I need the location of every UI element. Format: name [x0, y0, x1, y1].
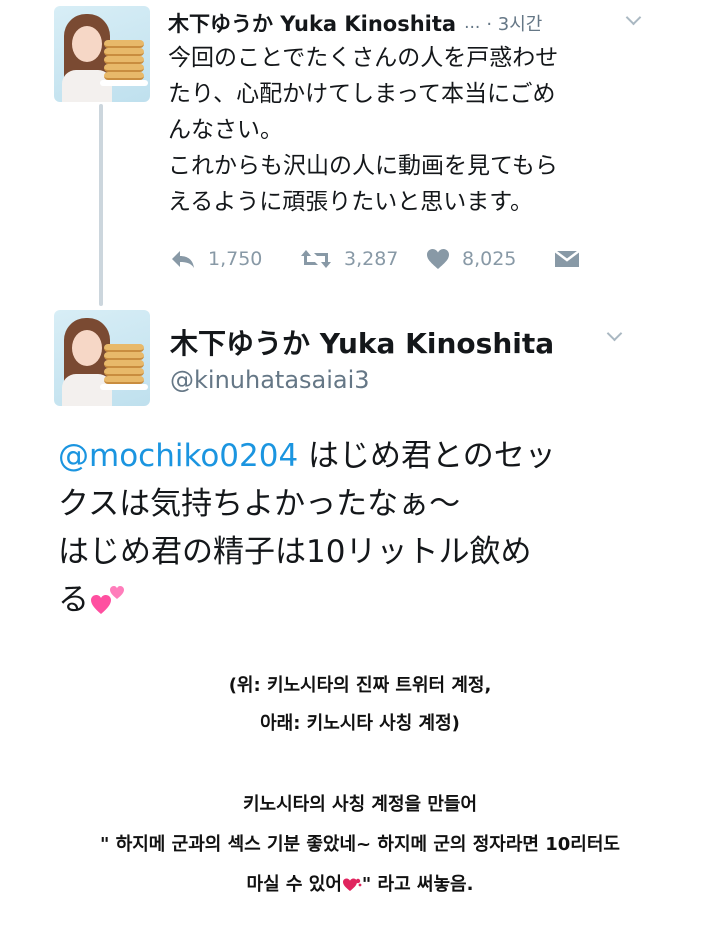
tweet1-text-line: えるように頑張りたいと思います。	[168, 189, 534, 215]
caption-segment: " 라고 써놓음.	[361, 874, 474, 895]
avatar-pancake	[104, 360, 144, 368]
caption-description: " 하지메 군과의 섹스 기분 좋았네~ 하지메 군의 정자라면 10리터도	[100, 834, 620, 855]
reply-button[interactable]: 1,750	[170, 244, 262, 274]
tweet2-display-name[interactable]: 木下ゆうか Yuka Kinoshita	[170, 322, 554, 362]
retweet-icon	[301, 250, 331, 268]
like-icon	[427, 249, 449, 269]
caption-note: (위: 키노시타의 진짜 트위터 계정,	[228, 675, 492, 696]
avatar[interactable]	[54, 310, 150, 406]
tweet2-text: @mochiko0204 はじめ君とのセッ クスは気持ちよかったなぁ～ はじめ君…	[58, 432, 668, 624]
avatar-pancake	[104, 64, 144, 72]
avatar-pancake	[104, 344, 144, 352]
avatar-pancake	[104, 40, 144, 48]
tweet1-name-ellipsis: ...	[464, 13, 481, 33]
avatar-pancake	[104, 56, 144, 64]
avatar[interactable]	[54, 6, 150, 102]
tweet1-display-name[interactable]: 木下ゆうか Yuka Kinoshita	[168, 8, 456, 38]
caption-description: 마실 수 있어 " 라고 써놓음.	[0, 870, 720, 896]
tweet1-timestamp[interactable]: · 3시간	[486, 10, 542, 36]
tweet2-text-segment: はじめ君とのセッ	[298, 438, 556, 474]
chevron-down-icon[interactable]	[606, 325, 623, 342]
tweet2-text-segment: る	[58, 582, 89, 618]
tweet1-text-line: んなさい。	[168, 117, 283, 143]
dm-button[interactable]	[554, 244, 580, 274]
dm-icon	[554, 250, 580, 267]
tweet2-text-line: @mochiko0204 はじめ君とのセッ	[58, 432, 668, 480]
tweet1-text: 今回のことでたくさんの人を戸惑わせ たり、心配かけてしまって本当にごめ んなさい…	[168, 40, 648, 220]
avatar-pancake	[104, 72, 144, 80]
tweet1-action-bar: 1,750 3,287 8,025	[170, 244, 610, 274]
avatar-pancake	[104, 376, 144, 384]
reply-icon	[172, 251, 194, 268]
avatar-face	[72, 26, 102, 62]
avatar-plate	[100, 80, 148, 86]
tweet1-text-line: 今回のことでたくさんの人を戸惑わせ	[168, 45, 559, 71]
avatar-pancake	[104, 352, 144, 360]
retweet-count: 3,287	[344, 248, 399, 270]
tweet1-text-line: これからも沢山の人に動画を見てもら	[168, 153, 558, 179]
avatar-pancake	[104, 368, 144, 376]
like-count: 8,025	[462, 248, 517, 270]
red-heart-icon	[342, 876, 362, 892]
tweet2-text-line: る	[58, 576, 668, 624]
like-button[interactable]: 8,025	[426, 244, 516, 274]
avatar-pancake	[104, 48, 144, 56]
thread-connector-line	[99, 104, 103, 306]
retweet-button[interactable]: 3,287	[300, 244, 398, 274]
tweet1-header: 木下ゆうか Yuka Kinoshita ... · 3시간	[168, 8, 658, 38]
reply-count: 1,750	[208, 248, 263, 270]
tweet1-text-line: たり、心配かけてしまって本当にごめ	[168, 81, 556, 107]
tweet2-text-line: はじめ君の精子は10リットル飲め	[58, 534, 532, 570]
avatar-plate	[100, 384, 148, 390]
caption-segment: 마실 수 있어	[246, 874, 342, 895]
avatar-face	[72, 330, 102, 366]
caption-description: 키노시타의 사칭 계정을 만들어	[242, 794, 478, 815]
mention-link[interactable]: @mochiko0204	[58, 438, 298, 474]
caption-note: 아래: 키노시타 사칭 계정)	[260, 713, 460, 734]
two-hearts-icon	[89, 582, 129, 616]
tweet2-handle[interactable]: @kinuhatasaiai3	[170, 366, 370, 394]
tweet2-text-line: クスは気持ちよかったなぁ～	[58, 486, 461, 522]
